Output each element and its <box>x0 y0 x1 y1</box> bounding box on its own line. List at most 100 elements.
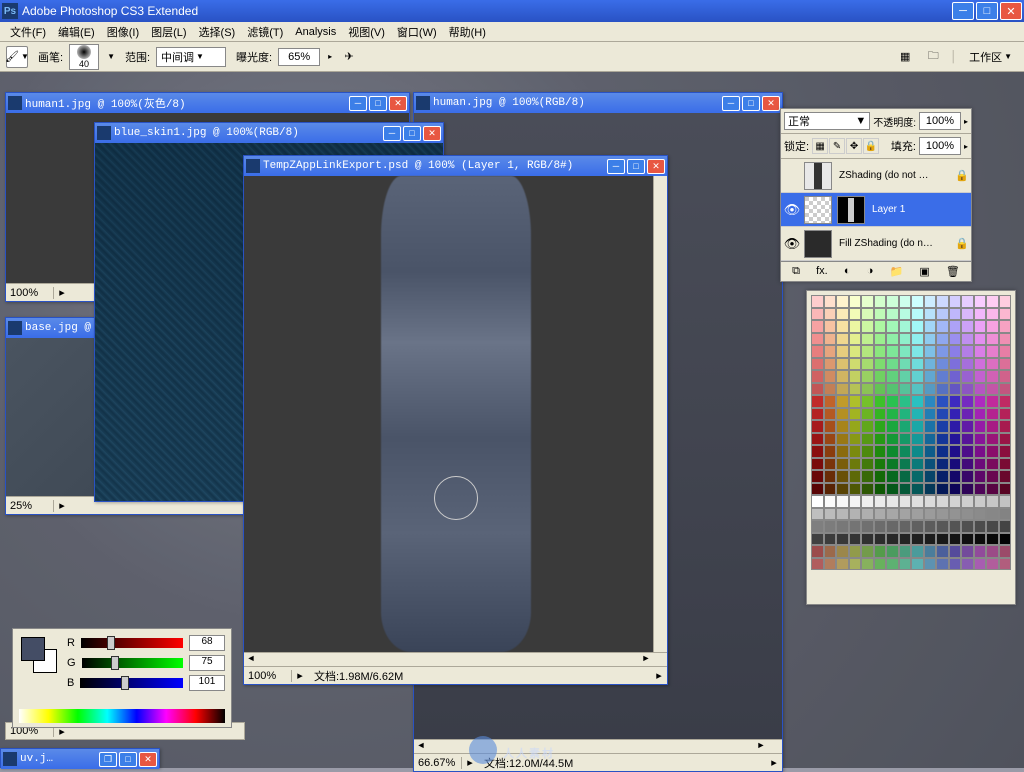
swatch[interactable] <box>924 420 937 433</box>
swatch[interactable] <box>936 370 949 383</box>
swatch[interactable] <box>911 508 924 521</box>
swatch[interactable] <box>861 470 874 483</box>
swatch[interactable] <box>999 320 1012 333</box>
swatch[interactable] <box>961 433 974 446</box>
swatch[interactable] <box>824 408 837 421</box>
swatch[interactable] <box>999 545 1012 558</box>
swatch[interactable] <box>811 345 824 358</box>
swatch[interactable] <box>961 383 974 396</box>
swatch[interactable] <box>924 295 937 308</box>
swatch[interactable] <box>986 495 999 508</box>
swatch[interactable] <box>836 395 849 408</box>
lock-pixels-icon[interactable]: ✎ <box>829 138 845 154</box>
swatch[interactable] <box>836 420 849 433</box>
swatch[interactable] <box>811 470 824 483</box>
swatch[interactable] <box>911 420 924 433</box>
swatch[interactable] <box>874 295 887 308</box>
layer-thumb[interactable] <box>804 196 832 224</box>
swatch[interactable] <box>861 495 874 508</box>
swatch[interactable] <box>874 495 887 508</box>
layer-thumb[interactable] <box>804 230 832 258</box>
swatch[interactable] <box>961 370 974 383</box>
swatch[interactable] <box>861 383 874 396</box>
swatch[interactable] <box>886 345 899 358</box>
swatch[interactable] <box>974 345 987 358</box>
swatch[interactable] <box>924 345 937 358</box>
swatch[interactable] <box>974 333 987 346</box>
exposure-flyout-icon[interactable]: ▸ <box>328 52 332 61</box>
swatch[interactable] <box>911 470 924 483</box>
swatch[interactable] <box>924 470 937 483</box>
doc-canvas-temp[interactable] <box>244 176 667 652</box>
swatch[interactable] <box>974 495 987 508</box>
swatch[interactable] <box>899 445 912 458</box>
swatch[interactable] <box>974 483 987 496</box>
swatch[interactable] <box>911 483 924 496</box>
minimize-button[interactable]: ─ <box>952 2 974 20</box>
swatch[interactable] <box>924 458 937 471</box>
swatch[interactable] <box>986 333 999 346</box>
swatch[interactable] <box>924 358 937 371</box>
swatch[interactable] <box>986 445 999 458</box>
swatch[interactable] <box>936 533 949 546</box>
swatch[interactable] <box>961 495 974 508</box>
swatch[interactable] <box>849 508 862 521</box>
swatch[interactable] <box>911 370 924 383</box>
swatch[interactable] <box>924 433 937 446</box>
swatch[interactable] <box>936 445 949 458</box>
swatch[interactable] <box>999 420 1012 433</box>
swatch[interactable] <box>936 408 949 421</box>
swatch[interactable] <box>961 445 974 458</box>
swatch[interactable] <box>861 558 874 571</box>
swatch[interactable] <box>886 395 899 408</box>
swatch[interactable] <box>824 308 837 321</box>
swatch[interactable] <box>986 370 999 383</box>
swatch[interactable] <box>911 308 924 321</box>
swatch[interactable] <box>986 508 999 521</box>
doc-max-button[interactable]: □ <box>119 752 137 767</box>
swatch[interactable] <box>986 420 999 433</box>
swatch[interactable] <box>911 495 924 508</box>
swatch[interactable] <box>849 395 862 408</box>
swatch[interactable] <box>949 408 962 421</box>
swatch[interactable] <box>949 358 962 371</box>
swatch[interactable] <box>874 370 887 383</box>
swatch[interactable] <box>936 470 949 483</box>
swatch[interactable] <box>924 483 937 496</box>
swatch[interactable] <box>961 458 974 471</box>
swatch[interactable] <box>949 320 962 333</box>
swatch[interactable] <box>961 333 974 346</box>
swatch[interactable] <box>849 320 862 333</box>
swatch[interactable] <box>986 458 999 471</box>
swatch[interactable] <box>824 320 837 333</box>
swatch[interactable] <box>999 308 1012 321</box>
swatch[interactable] <box>999 483 1012 496</box>
swatch[interactable] <box>986 358 999 371</box>
menu-file[interactable]: 文件(F) <box>4 22 52 42</box>
swatch[interactable] <box>899 533 912 546</box>
swatch[interactable] <box>899 345 912 358</box>
swatch[interactable] <box>974 370 987 383</box>
layers-panel[interactable]: 正常▼ 不透明度: 100% ▸ 锁定: ▦ ✎ ✥ 🔒 填充: 100% ▸ … <box>780 108 972 282</box>
menu-image[interactable]: 图像(I) <box>101 22 145 42</box>
swatch[interactable] <box>886 483 899 496</box>
airbrush-icon[interactable]: ✈ <box>338 46 360 68</box>
swatch[interactable] <box>874 458 887 471</box>
swatch[interactable] <box>911 533 924 546</box>
swatch[interactable] <box>911 458 924 471</box>
swatch[interactable] <box>986 533 999 546</box>
new-layer-icon[interactable]: ▣ <box>919 265 929 278</box>
menu-view[interactable]: 视图(V) <box>342 22 391 42</box>
swatch[interactable] <box>886 408 899 421</box>
swatch[interactable] <box>924 370 937 383</box>
swatch[interactable] <box>899 495 912 508</box>
bridge-icon[interactable]: 🗀 <box>922 46 944 68</box>
swatch[interactable] <box>949 445 962 458</box>
swatch[interactable] <box>961 558 974 571</box>
swatch[interactable] <box>836 320 849 333</box>
swatch[interactable] <box>911 558 924 571</box>
swatch[interactable] <box>811 395 824 408</box>
doc-min-button[interactable]: ─ <box>383 126 401 141</box>
swatch[interactable] <box>974 395 987 408</box>
swatch[interactable] <box>874 308 887 321</box>
